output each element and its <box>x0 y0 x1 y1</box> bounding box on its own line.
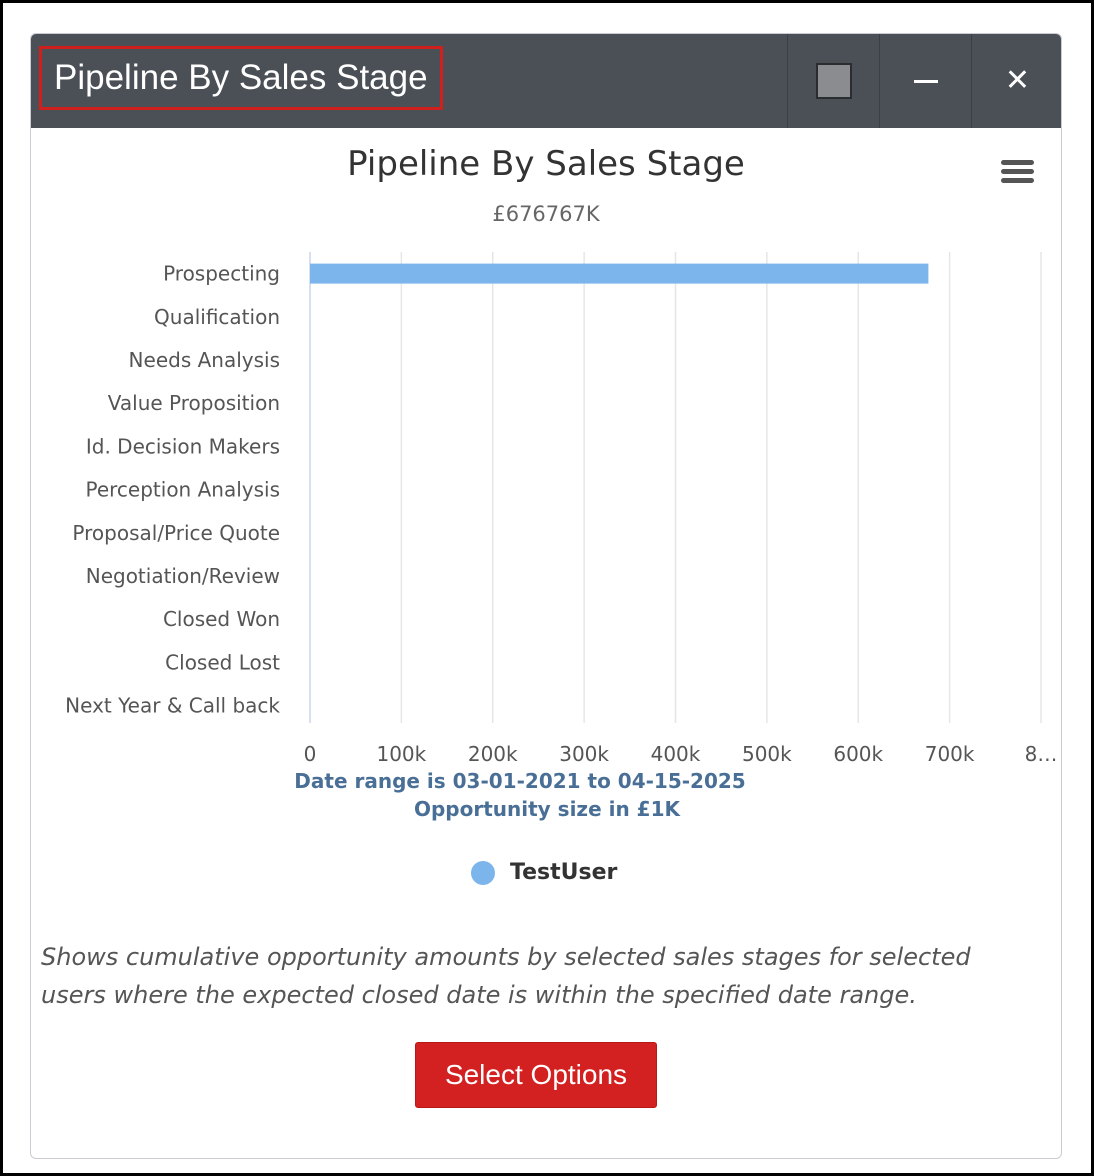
y-category-label: Perception Analysis <box>85 478 280 502</box>
select-options-button[interactable]: Select Options <box>415 1042 657 1108</box>
legend-item[interactable]: TestUser <box>471 858 617 888</box>
x-tick-label: 700k <box>925 742 975 766</box>
bar-chart: 0 100k 200k 300k 400k 500k 600k 700k 8… Prospecti… <box>65 252 1058 766</box>
toggle-button[interactable] <box>787 34 879 128</box>
minimize-button[interactable] <box>879 34 971 128</box>
x-tick-label: 500k <box>742 742 792 766</box>
x-axis-label-date-range: Date range is 03-01-2021 to 04-15-2025 <box>294 769 746 793</box>
dashlet-description: Shows cumulative opportunity amounts by … <box>41 943 971 1009</box>
square-icon <box>815 63 852 99</box>
close-icon: ✕ <box>1004 63 1031 98</box>
y-category-label: Closed Lost <box>165 650 280 674</box>
minimize-icon <box>913 79 938 83</box>
chart-title: Pipeline By Sales Stage <box>347 144 745 184</box>
close-button[interactable]: ✕ <box>971 34 1061 128</box>
x-axis-label-unit: Opportunity size in £1K <box>413 797 680 821</box>
x-tick-label: 300k <box>559 742 609 766</box>
x-tick-label: 0 <box>304 742 317 766</box>
x-tick-label: 100k <box>376 742 426 766</box>
y-category-label: Proposal/Price Quote <box>72 521 280 545</box>
y-category-label: Qualification <box>154 305 280 329</box>
y-category-label: Id. Decision Makers <box>86 434 280 458</box>
dashlet-titlebar: Pipeline By Sales Stage ✕ <box>31 34 1061 128</box>
x-tick-label: 400k <box>651 742 701 766</box>
legend-label: TestUser <box>510 860 618 885</box>
legend-marker <box>471 861 495 885</box>
bar <box>310 263 929 284</box>
chart-menu-icon[interactable] <box>997 154 1037 190</box>
y-category-label: Prospecting <box>163 262 280 286</box>
dashlet-panel: Pipeline By Sales Stage ✕ Pipeline By Sa… <box>30 33 1062 1159</box>
y-category-label: Value Proposition <box>108 391 280 415</box>
y-category-label: Closed Won <box>163 607 280 631</box>
y-category-label: Next Year & Call back <box>65 694 280 718</box>
y-category-label: Needs Analysis <box>129 348 280 372</box>
y-category-label: Negotiation/Review <box>86 564 280 588</box>
x-tick-label: 8… <box>1025 742 1058 766</box>
dashlet-title: Pipeline By Sales Stage <box>39 46 443 110</box>
x-tick-label: 200k <box>468 742 518 766</box>
chart-subtitle: £676767K <box>492 202 600 226</box>
x-tick-label: 600k <box>833 742 883 766</box>
